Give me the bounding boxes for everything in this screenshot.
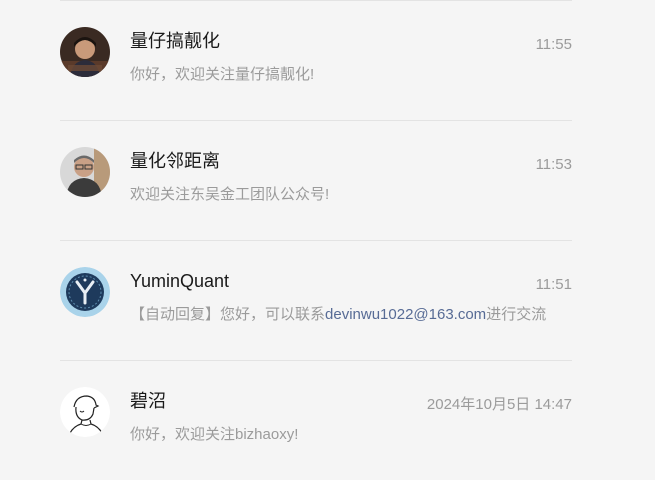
email-link[interactable]: devinwu1022@163.com [325,306,486,323]
message-preview-suffix: 进行交流 [486,306,547,323]
y-logo-avatar[interactable] [60,267,110,317]
message-time: 11:55 [535,36,572,53]
message-preview: 欢迎关注东吴金工团队公众号! [130,186,330,203]
contact-name: 量化邻距离 [130,151,220,171]
contact-name: 碧沼 [130,391,166,411]
message-time: 11:51 [535,276,572,293]
sketch-person-avatar[interactable] [60,387,110,437]
message-preview: 你好，欢迎关注bizhaoxy! [130,426,299,443]
message-preview-prefix: 【自动回复】您好，可以联系 [130,306,326,323]
message-time: 2024年10月5日 14:47 [426,396,572,413]
boy-portrait-avatar[interactable] [60,27,110,77]
man-with-glasses-avatar[interactable] [60,147,110,197]
message-preview: 【自动回复】您好，可以联系devinwu1022@163.com进行交流 [130,305,546,325]
message-preview: 你好，欢迎关注量仔搞靓化! [130,66,315,83]
conversation-item[interactable]: YuminQuant 11:51 【自动回复】您好，可以联系devinwu102… [60,241,572,360]
contact-name: YuminQuant [130,271,230,291]
conversation-item[interactable]: 量化邻距离 11:53 欢迎关注东吴金工团队公众号! [60,121,572,240]
conversation-item[interactable]: 碧沼 2024年10月5日 14:47 你好，欢迎关注bizhaoxy! [60,361,572,480]
conversation-list: 量仔搞靓化 11:55 你好，欢迎关注量仔搞靓化! 量化邻距离 11:53 欢迎… [60,0,572,480]
message-time: 11:53 [535,156,572,173]
conversation-item[interactable]: 量仔搞靓化 11:55 你好，欢迎关注量仔搞靓化! [60,1,572,120]
contact-name: 量仔搞靓化 [130,31,220,51]
